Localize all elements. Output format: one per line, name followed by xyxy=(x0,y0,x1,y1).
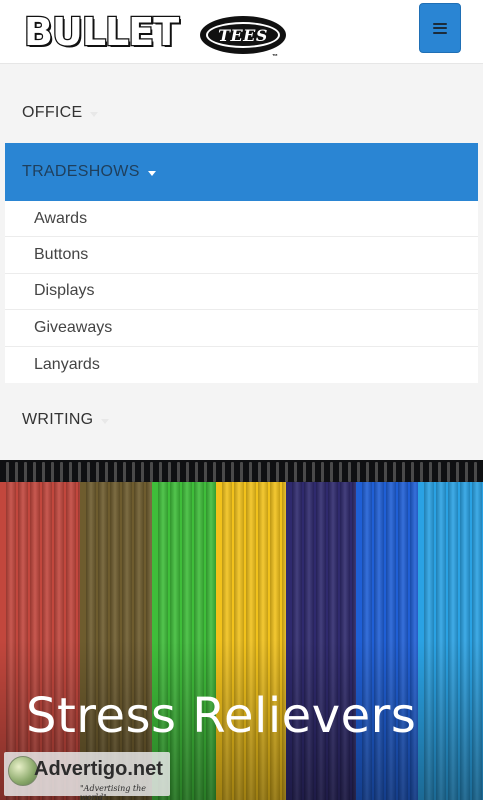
hanger-hook xyxy=(339,462,342,482)
hanger-hook xyxy=(375,462,378,482)
hanger-hook xyxy=(465,462,468,482)
advertigo-watermark: Advertigo.net "Advertising the world" xyxy=(4,752,170,800)
hanger-hook xyxy=(15,462,18,482)
hanger-hook xyxy=(141,462,144,482)
hanger-hook xyxy=(168,462,171,482)
nav-item-label: WRITING xyxy=(22,411,94,428)
hanger-hook xyxy=(60,462,63,482)
tradeshows-submenu: Awards Buttons Displays Giveaways Lanyar… xyxy=(5,201,478,383)
hanger-hook xyxy=(303,462,306,482)
hanger-hook xyxy=(186,462,189,482)
hanger-hook xyxy=(240,462,243,482)
hanger-hook xyxy=(204,462,207,482)
hanger-hook xyxy=(429,462,432,482)
bullet-tees-logo[interactable]: BULLET TEES ™ xyxy=(23,10,286,60)
site-header: BULLET TEES ™ xyxy=(0,0,483,64)
hanger-hook xyxy=(24,462,27,482)
hanger-hook xyxy=(348,462,351,482)
hanger-hook xyxy=(366,462,369,482)
hanger-hook xyxy=(150,462,153,482)
hanger-hook xyxy=(258,462,261,482)
hanger-hook xyxy=(276,462,279,482)
hanger-hook xyxy=(357,462,360,482)
submenu-item-displays[interactable]: Displays xyxy=(5,274,478,311)
hanger-hook xyxy=(384,462,387,482)
caret-down-icon xyxy=(90,111,99,117)
hanger-hook xyxy=(213,462,216,482)
hanger-hook xyxy=(51,462,54,482)
hanger-hook xyxy=(402,462,405,482)
hanger-hook xyxy=(42,462,45,482)
hanger-hook xyxy=(285,462,288,482)
watermark-tagline: "Advertising the world" xyxy=(80,784,147,800)
caret-down-icon xyxy=(147,170,156,176)
hanger-hook xyxy=(321,462,324,482)
hanger-hook xyxy=(249,462,252,482)
hanger-hook xyxy=(294,462,297,482)
hanger-hook xyxy=(438,462,441,482)
hanger-hook xyxy=(6,462,9,482)
hero-title: Stress Relievers xyxy=(26,688,417,744)
hanger-hook xyxy=(393,462,396,482)
hanger-hook xyxy=(447,462,450,482)
trademark-mark: ™ xyxy=(272,54,278,60)
menu-toggle-button[interactable] xyxy=(419,3,461,53)
submenu-item-lanyards[interactable]: Lanyards xyxy=(5,347,478,383)
nav-item-label: OFFICE xyxy=(22,104,83,121)
hero-banner[interactable]: Stress Relievers xyxy=(0,460,483,800)
hanger-hook xyxy=(78,462,81,482)
hanger-hook xyxy=(456,462,459,482)
hanger-hook xyxy=(177,462,180,482)
hanger-hook xyxy=(312,462,315,482)
hanger-hook xyxy=(231,462,234,482)
hanger-hook xyxy=(69,462,72,482)
submenu-item-awards[interactable]: Awards xyxy=(5,201,478,238)
logo-oval-badge: TEES xyxy=(200,16,286,54)
hanger-hook xyxy=(474,462,477,482)
hanger-hook xyxy=(420,462,423,482)
hanger-hook xyxy=(330,462,333,482)
hanger-hook xyxy=(267,462,270,482)
nav-item-writing[interactable]: WRITING xyxy=(5,391,478,449)
submenu-item-giveaways[interactable]: Giveaways xyxy=(5,310,478,347)
hanger-hook xyxy=(159,462,162,482)
hanger-hook xyxy=(222,462,225,482)
hanger-hook xyxy=(105,462,108,482)
nav-item-tradeshows[interactable]: TRADESHOWS xyxy=(5,143,478,201)
watermark-text: Advertigo.net xyxy=(34,758,163,780)
hanger-hook xyxy=(123,462,126,482)
nav-item-office[interactable]: OFFICE xyxy=(5,84,478,142)
hanger-hook xyxy=(33,462,36,482)
logo-subtitle: TEES xyxy=(218,25,268,45)
hanger-hook xyxy=(411,462,414,482)
logo-wordmark: BULLET xyxy=(23,10,181,54)
hanger-hook xyxy=(132,462,135,482)
submenu-item-buttons[interactable]: Buttons xyxy=(5,237,478,274)
caret-down-icon xyxy=(101,418,110,424)
hanger-hook xyxy=(195,462,198,482)
hamburger-icon xyxy=(433,22,447,34)
nav-item-label: TRADESHOWS xyxy=(22,163,140,180)
hanger-hook xyxy=(87,462,90,482)
hanger-hook xyxy=(96,462,99,482)
hanger-hook xyxy=(114,462,117,482)
